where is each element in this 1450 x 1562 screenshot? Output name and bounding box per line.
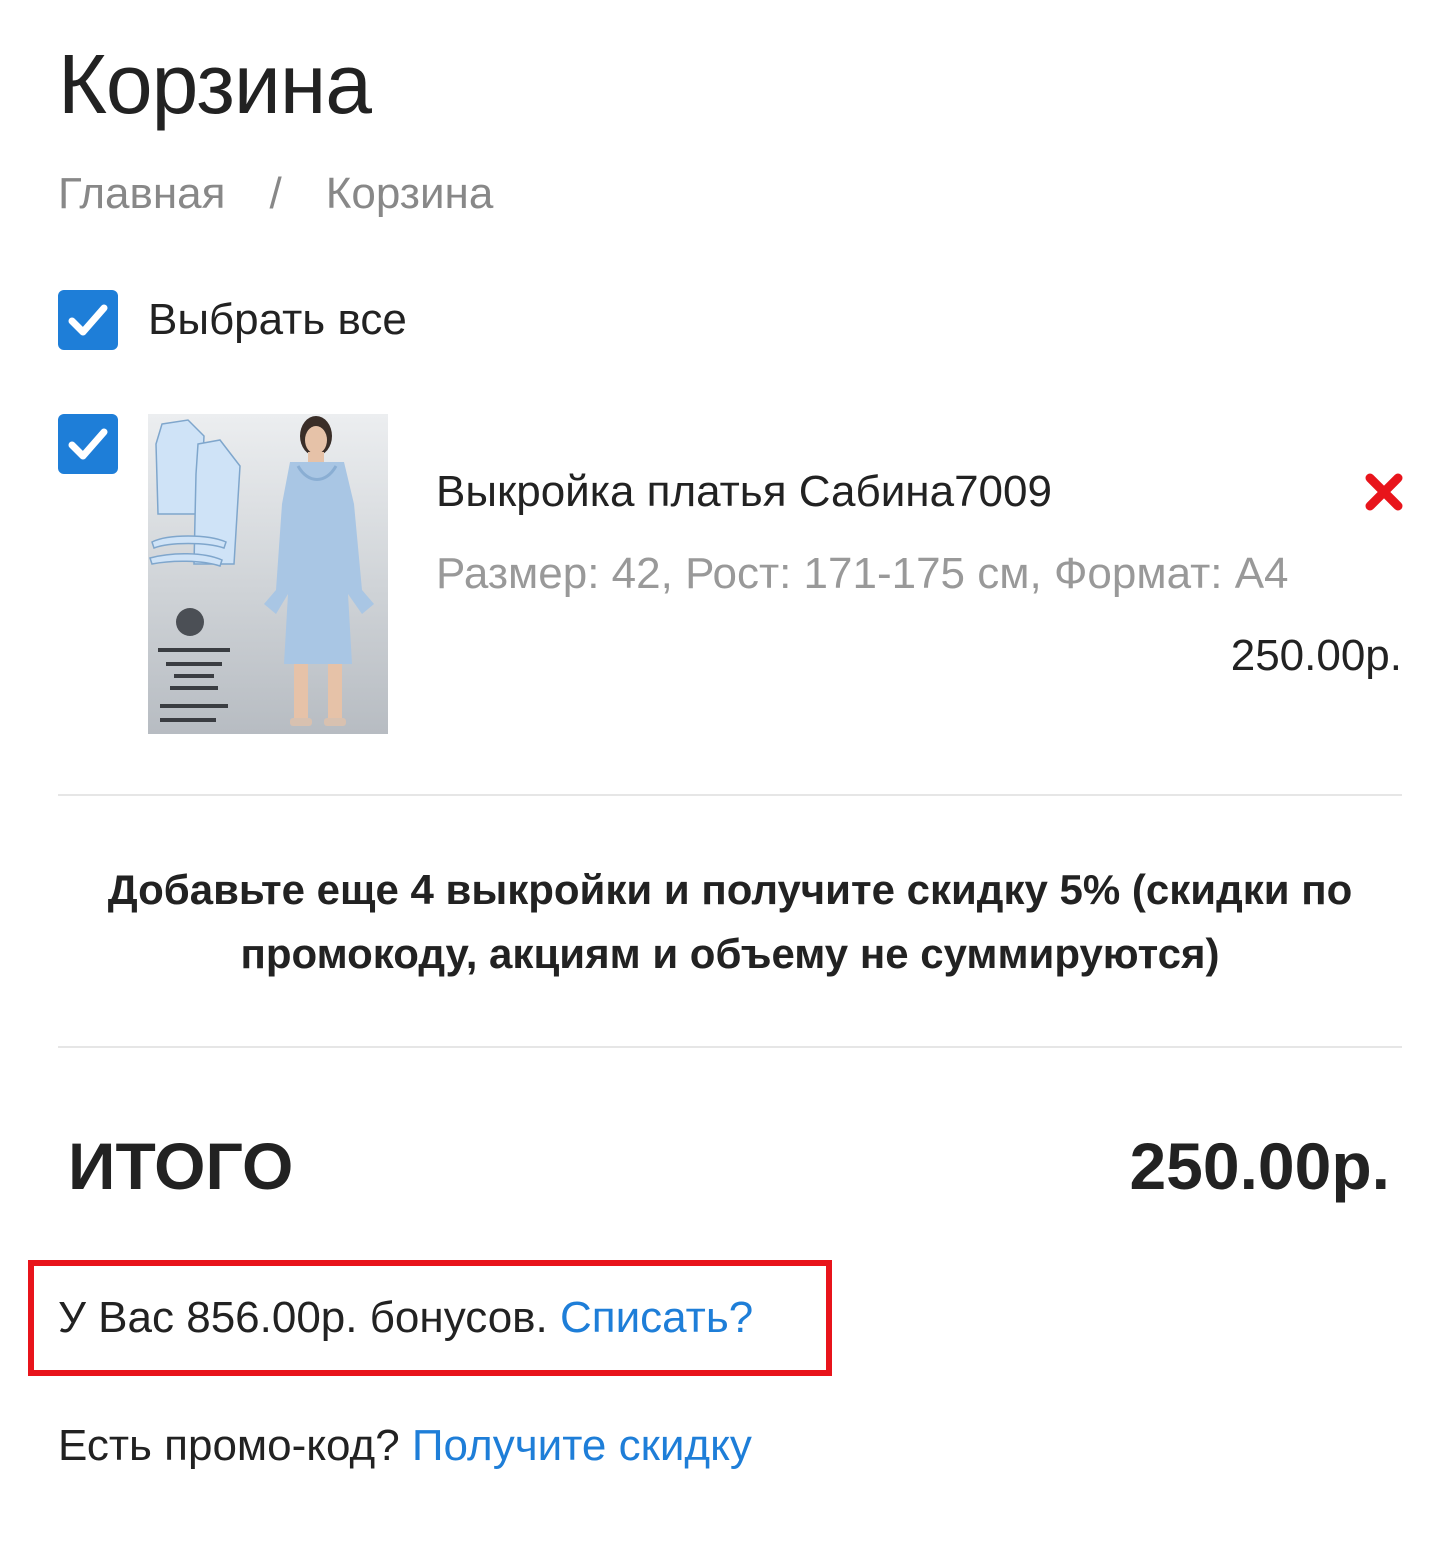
promo-text: Есть промо-код?: [58, 1421, 400, 1470]
cart-item-checkbox[interactable]: [58, 414, 118, 474]
checkmark-icon: [68, 304, 108, 336]
divider: [58, 794, 1402, 796]
promo-info: Есть промо-код? Получите скидку: [58, 1420, 752, 1473]
remove-item-button[interactable]: [1362, 470, 1406, 514]
close-icon: [1365, 473, 1403, 511]
total-value: 250.00р.: [1129, 1129, 1390, 1203]
discount-notice-line: Добавьте еще 4 выкройки и получите скидк…: [107, 866, 1353, 913]
total-label: ИТОГО: [68, 1129, 294, 1203]
breadcrumb-separator: /: [269, 169, 282, 218]
use-bonus-link[interactable]: Списать?: [560, 1293, 753, 1342]
select-all-checkbox[interactable]: [58, 290, 118, 350]
discount-notice: Добавьте еще 4 выкройки и получите скидк…: [58, 858, 1402, 986]
product-image[interactable]: [148, 414, 388, 734]
bonus-info: У Вас 856.00р. бонусов. Списать?: [58, 1292, 753, 1345]
bonus-text: У Вас 856.00р. бонусов.: [58, 1293, 548, 1342]
page-title: Корзина: [58, 37, 372, 131]
get-discount-link[interactable]: Получите скидку: [412, 1421, 752, 1470]
divider: [58, 1046, 1402, 1048]
dress-pattern-illustration: [149, 416, 374, 726]
select-all-label[interactable]: Выбрать все: [148, 294, 407, 347]
breadcrumb-home-link[interactable]: Главная: [58, 168, 225, 221]
checkmark-icon: [68, 428, 108, 460]
breadcrumb: Главная / Корзина: [58, 168, 493, 221]
breadcrumb-current: Корзина: [325, 169, 494, 218]
product-price: 250.00р.: [1230, 631, 1402, 680]
product-name[interactable]: Выкройка платья Сабина7009: [436, 466, 1052, 519]
discount-notice-line: промокоду, акциям и объему не суммируютс…: [240, 930, 1220, 977]
product-options: Размер: 42, Рост: 171-175 см, Формат: А4: [436, 549, 1289, 598]
